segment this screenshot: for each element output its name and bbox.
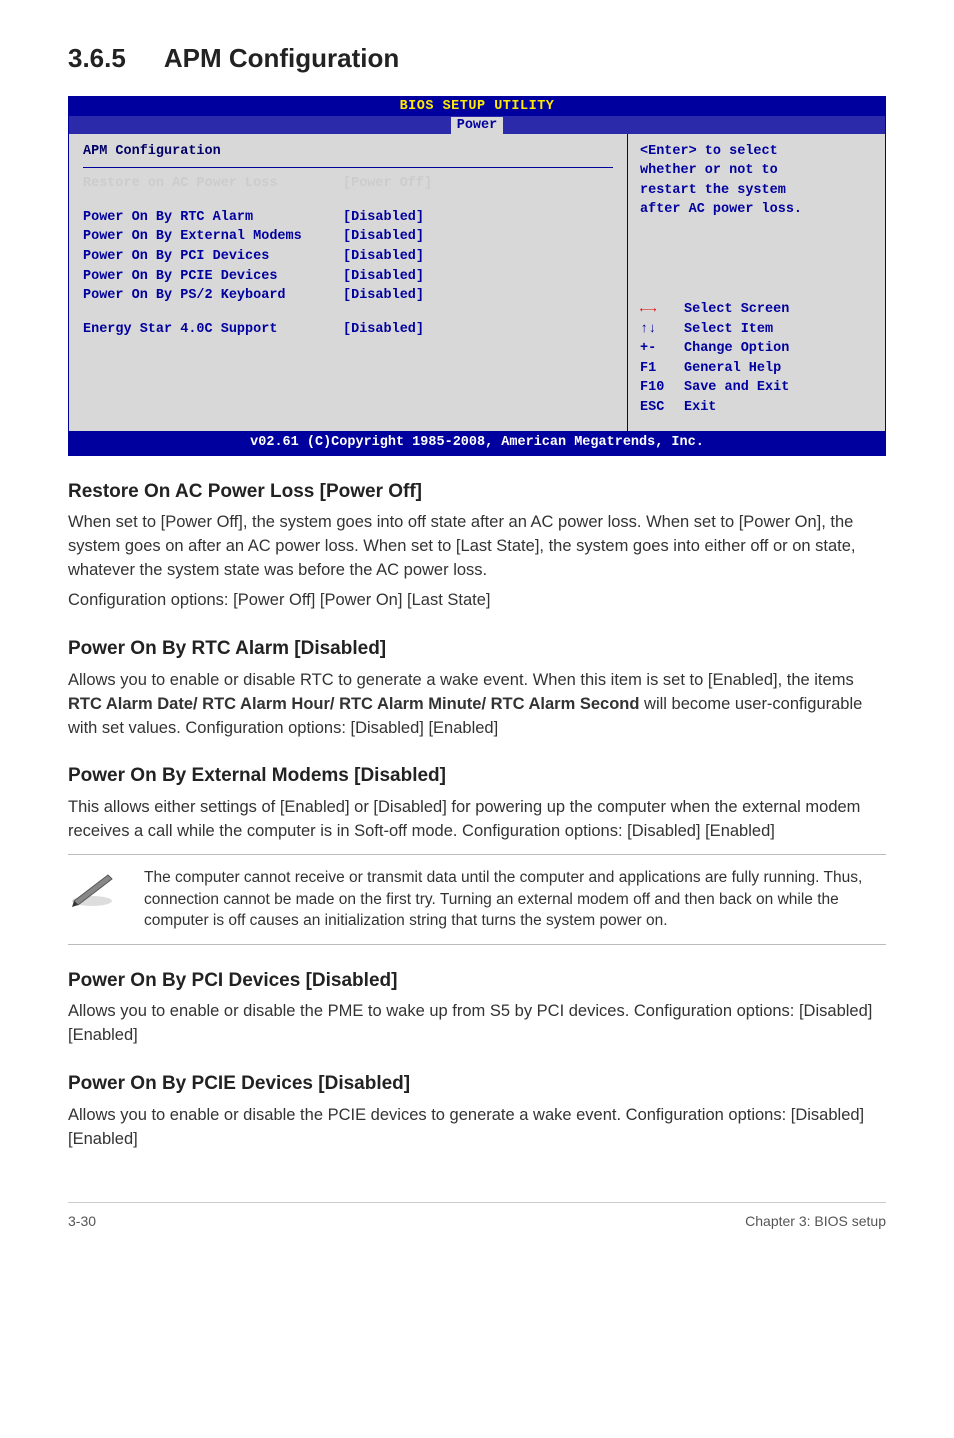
body-text: When set to [Power Off], the system goes…	[68, 511, 886, 583]
subsection-heading: Restore On AC Power Loss [Power Off]	[68, 478, 886, 506]
subsection-heading: Power On By RTC Alarm [Disabled]	[68, 635, 886, 663]
nav-hint-key: +-	[640, 339, 684, 359]
arrow-left-right-icon: ←→	[640, 300, 684, 320]
bios-panel-heading: APM Configuration	[83, 142, 613, 162]
bios-option-label: Power On By PCI Devices	[83, 247, 343, 267]
pencil-note-icon	[68, 867, 116, 907]
bios-option-pcie[interactable]: Power On By PCIE Devices [Disabled]	[83, 267, 613, 287]
bios-option-energy-star[interactable]: Energy Star 4.0C Support [Disabled]	[83, 320, 613, 340]
arrow-up-down-icon: ↑↓	[640, 320, 684, 340]
nav-hint-key: F10	[640, 378, 684, 398]
body-text: Allows you to enable or disable the PME …	[68, 1000, 886, 1048]
subsection-heading: Power On By PCI Devices [Disabled]	[68, 967, 886, 995]
nav-hint-help: F1General Help	[640, 359, 875, 379]
subsection-heading: Power On By External Modems [Disabled]	[68, 762, 886, 790]
body-text: Configuration options: [Power Off] [Powe…	[68, 589, 886, 613]
bios-tab-row: Power	[69, 116, 885, 134]
section-heading: 3.6.5 APM Configuration	[68, 40, 886, 78]
nav-hint-text: Select Screen	[684, 300, 789, 320]
nav-hint-change: +- Change Option	[640, 339, 875, 359]
bios-window: BIOS SETUP UTILITY Power APM Configurati…	[68, 96, 886, 456]
bios-option-value: [Disabled]	[343, 267, 424, 287]
footer-page-number: 3-30	[68, 1211, 96, 1231]
bios-option-label: Energy Star 4.0C Support	[83, 320, 343, 340]
note-box: The computer cannot receive or transmit …	[68, 854, 886, 945]
section-title-text: APM Configuration	[164, 43, 399, 73]
nav-hint-item: ↑↓Select Item	[640, 320, 875, 340]
bios-option-value: [Disabled]	[343, 227, 424, 247]
bios-option-restore-ac[interactable]: Restore on AC Power Loss [Power Off]	[83, 174, 613, 194]
bios-option-pci[interactable]: Power On By PCI Devices [Disabled]	[83, 247, 613, 267]
bios-option-rtc[interactable]: Power On By RTC Alarm [Disabled]	[83, 208, 613, 228]
bios-title: BIOS SETUP UTILITY	[400, 99, 555, 114]
bios-option-ps2[interactable]: Power On By PS/2 Keyboard [Disabled]	[83, 286, 613, 306]
bios-option-value: [Power Off]	[343, 174, 432, 194]
bios-option-label: Power On By PCIE Devices	[83, 267, 343, 287]
bios-option-value: [Disabled]	[343, 286, 424, 306]
bios-option-value: [Disabled]	[343, 208, 424, 228]
bios-left-pane: APM Configuration Restore on AC Power Lo…	[69, 134, 628, 432]
bios-help-line: whether or not to	[640, 161, 875, 181]
bios-nav-hints: ←→Select Screen ↑↓Select Item +- Change …	[640, 300, 875, 417]
bios-help-line: restart the system	[640, 181, 875, 201]
nav-hint-save: F10Save and Exit	[640, 378, 875, 398]
nav-hint-key: ESC	[640, 398, 684, 418]
bios-help-line: <Enter> to select	[640, 142, 875, 162]
nav-hint-text: Save and Exit	[684, 378, 789, 398]
page-footer: 3-30 Chapter 3: BIOS setup	[68, 1202, 886, 1231]
bios-copyright-bar: v02.61 (C)Copyright 1985-2008, American …	[69, 431, 885, 455]
nav-hint-key: F1	[640, 359, 684, 379]
bios-option-label: Power On By PS/2 Keyboard	[83, 286, 343, 306]
bios-option-value: [Disabled]	[343, 247, 424, 267]
nav-hint-text: Select Item	[684, 320, 773, 340]
bios-title-bar: BIOS SETUP UTILITY	[69, 97, 885, 116]
nav-hint-exit: ESCExit	[640, 398, 875, 418]
bios-option-value: [Disabled]	[343, 320, 424, 340]
bios-help-line: after AC power loss.	[640, 200, 875, 220]
nav-hint-text: General Help	[684, 359, 781, 379]
footer-chapter: Chapter 3: BIOS setup	[745, 1211, 886, 1231]
bios-tab-power[interactable]: Power	[451, 117, 504, 135]
bios-option-label: Power On By RTC Alarm	[83, 208, 343, 228]
bios-option-ext-modems[interactable]: Power On By External Modems [Disabled]	[83, 227, 613, 247]
section-number: 3.6.5	[68, 40, 126, 78]
nav-hint-text: Change Option	[684, 339, 789, 359]
nav-hint-text: Exit	[684, 398, 716, 418]
nav-hint-screen: ←→Select Screen	[640, 300, 875, 320]
bios-help-pane: <Enter> to select whether or not to rest…	[628, 134, 885, 432]
note-text: The computer cannot receive or transmit …	[144, 867, 886, 932]
body-text: Allows you to enable or disable RTC to g…	[68, 669, 886, 741]
bios-option-label: Restore on AC Power Loss	[83, 174, 343, 194]
body-text: This allows either settings of [Enabled]…	[68, 796, 886, 844]
bios-option-label: Power On By External Modems	[83, 227, 343, 247]
body-text: Allows you to enable or disable the PCIE…	[68, 1104, 886, 1152]
subsection-heading: Power On By PCIE Devices [Disabled]	[68, 1070, 886, 1098]
